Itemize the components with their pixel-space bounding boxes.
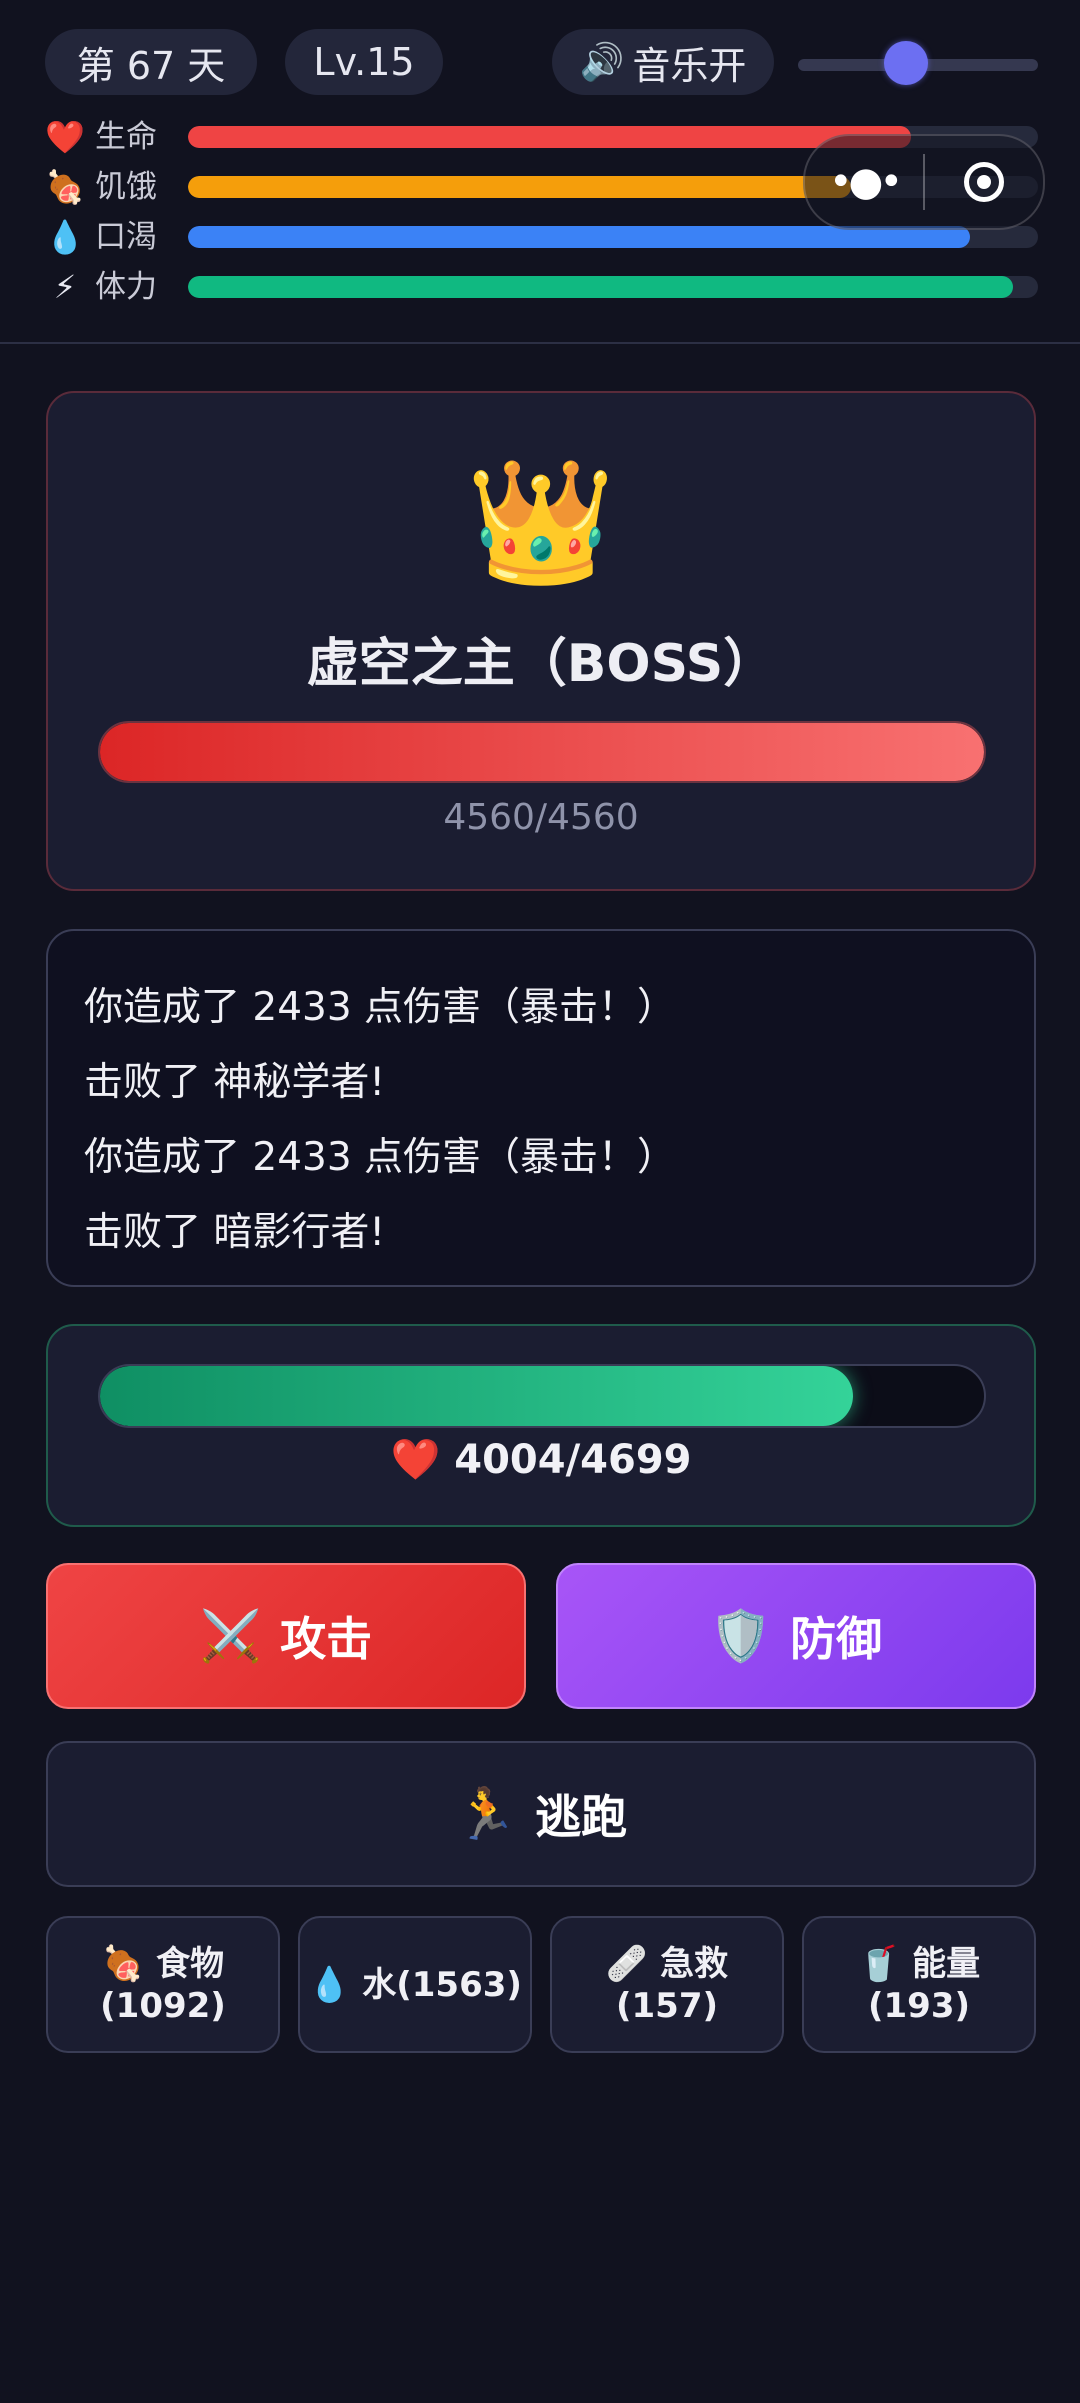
running-person-icon: 🏃 [454,1784,518,1843]
volume-slider-handle[interactable] [884,41,928,85]
item-text: 🍖 食物 (1092) [100,1943,226,2027]
attack-button[interactable]: ⚔️ 攻击 [46,1563,526,1709]
stat-label: 体力 [95,269,157,305]
target-icon [964,162,1004,202]
stat-label: 口渴 [95,219,157,255]
stat-label: 饥饿 [95,169,157,205]
stat-stamina: ⚡ 体力 [45,267,1045,307]
use-food-button[interactable]: 🍖 食物 (1092) [46,1916,280,2053]
item-label: 食物 [156,1943,225,1984]
mini-program-capsule: •●• [803,134,1045,230]
item-title: 🍖 食物 [100,1943,226,1985]
log-entry: 击败了 暗影行者! [84,1210,386,1255]
log-entry: 击败了 神秘学者! [84,1060,386,1105]
item-count: (1092) [100,1985,226,2026]
item-title: 🩹 急救 [606,1943,728,1985]
enemy-name: 虚空之主（BOSS） [306,634,776,694]
log-entry: 你造成了 2433 点伤害（暴击！） [84,1135,677,1180]
defend-button[interactable]: 🛡️ 防御 [556,1563,1036,1709]
stamina-bar-fill [188,276,1013,298]
target-dot [977,175,991,189]
player-card: ❤️ 4004/4699 [46,1324,1036,1527]
close-program-button[interactable] [925,162,1043,202]
item-label: 急救 [660,1943,729,1984]
more-dots-icon: •●• [828,159,903,205]
use-water-button[interactable]: 💧 水(1563) [298,1916,532,2053]
use-energy-button[interactable]: 🥤 能量 (193) [802,1916,1036,2053]
log-entry: 你造成了 2433 点伤害（暴击！） [84,985,677,1030]
meat-icon: 🍖 [101,1943,145,1984]
player-hp-bar [98,1364,986,1428]
music-label: 音乐开 [632,43,747,88]
day-counter: 第 67 天 [45,29,257,95]
heart-icon: ❤️ [45,118,85,156]
droplet-icon: 💧 [308,1964,351,2005]
item-count: (157) [615,1985,719,2026]
attack-label: 攻击 [280,1612,373,1666]
drink-icon: 🥤 [857,1943,901,1984]
enemy-hp-text: 4560/4560 [443,797,639,838]
defend-label: 防御 [790,1612,883,1666]
more-options-button[interactable]: •●• [805,159,923,205]
speaker-icon: 🔊 [579,42,625,83]
player-hp-value: 4004/4699 [454,1437,692,1483]
battle-log[interactable]: 你造成了 2433 点伤害（暴击！） 击败了 神秘学者! 你造成了 2433 点… [46,929,1036,1287]
droplet-icon: 💧 [45,218,85,256]
player-hp-text: ❤️ 4004/4699 [48,1436,1034,1483]
shield-icon: 🛡️ [709,1606,773,1665]
meat-icon: 🍖 [45,168,85,206]
item-label: 能量 [912,1943,981,1984]
use-first-aid-button[interactable]: 🩹 急救 (157) [550,1916,784,2053]
crown-icon: 👑 [466,453,616,592]
level-label: Lv.15 [313,40,415,84]
enemy-hp-bar [98,721,986,783]
enemy-hp-fill [100,723,984,781]
health-bar-fill [188,126,911,148]
heart-icon: ❤️ [390,1437,441,1483]
item-text: 🩹 急救 (157) [606,1943,728,2027]
level-badge: Lv.15 [285,29,443,95]
item-text: 💧 水(1563) [308,1964,522,2006]
music-toggle-button[interactable]: 🔊 音乐开 [552,29,774,95]
bandage-icon: 🩹 [605,1943,649,1984]
item-count: (193) [867,1985,971,2026]
status-header: 第 67 天 Lv.15 🔊 音乐开 ❤️ 生命 🍖 饥饿 💧 口渴 ⚡ 体力 … [0,0,1080,344]
lightning-icon: ⚡ [53,268,77,306]
enemy-card: 👑 虚空之主（BOSS） 4560/4560 [46,391,1036,891]
crossed-swords-icon: ⚔️ [199,1606,263,1665]
hunger-bar-fill [188,176,851,198]
item-text: 🥤 能量 (193) [858,1943,980,2027]
flee-button[interactable]: 🏃 逃跑 [46,1741,1036,1887]
stamina-bar [188,276,1038,298]
flee-label: 逃跑 [535,1790,628,1844]
stat-label: 生命 [95,119,157,155]
day-label: 第 67 天 [76,43,226,88]
player-hp-fill [100,1366,854,1426]
item-title: 🥤 能量 [858,1943,980,1985]
item-label: 水(1563) [362,1964,522,2005]
